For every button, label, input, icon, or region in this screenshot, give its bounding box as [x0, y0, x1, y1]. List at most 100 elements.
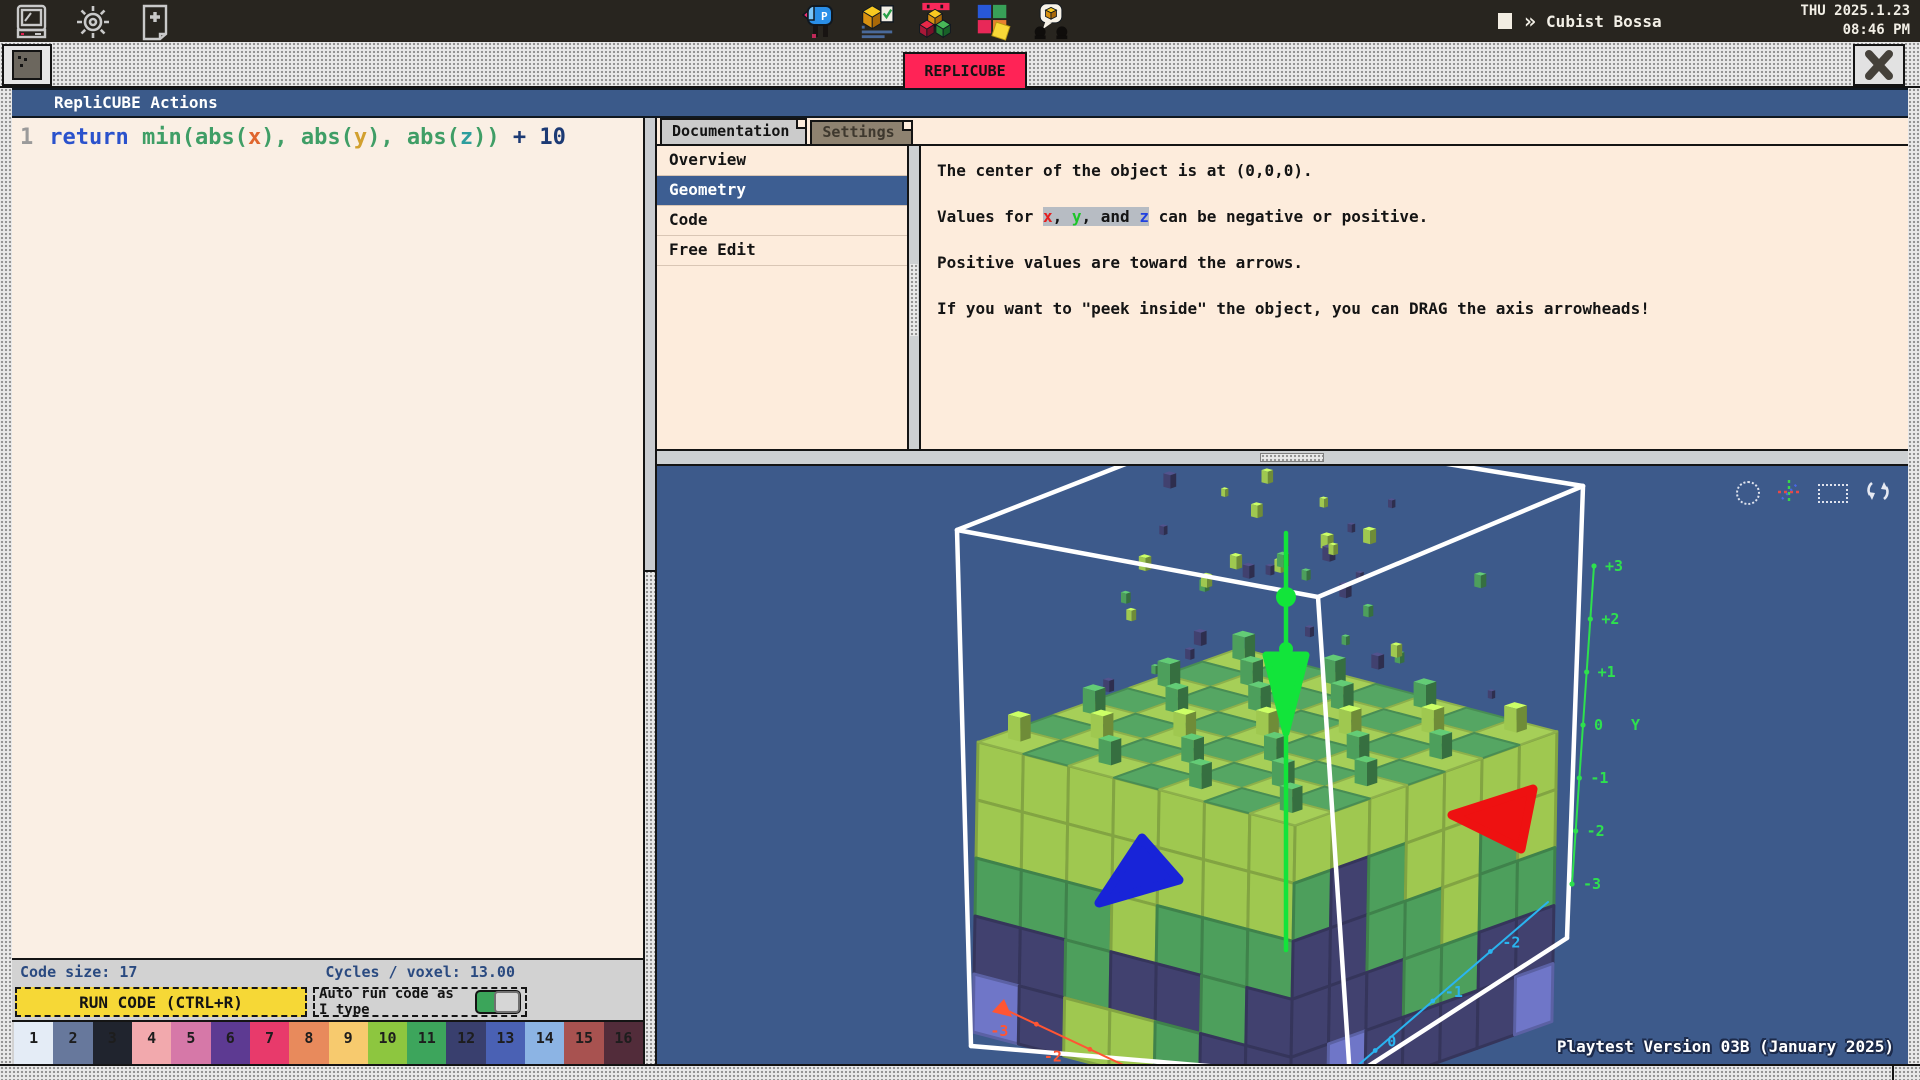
window-close-button[interactable]	[1853, 44, 1905, 86]
code-token: z	[460, 125, 473, 150]
doc-paragraph: Values for x, y, and z can be negative o…	[937, 207, 1892, 226]
palette-swatch-5[interactable]: 5	[171, 1022, 210, 1064]
editor-statusbar: Code size: 17 Cycles / voxel: 13.00	[12, 958, 643, 984]
palette-swatch-10[interactable]: 10	[368, 1022, 407, 1064]
palette-swatch-8[interactable]: 8	[289, 1022, 328, 1064]
divider-grip[interactable]	[910, 264, 918, 336]
svg-text:-3: -3	[1583, 875, 1601, 893]
tab-documentation[interactable]: Documentation	[660, 118, 807, 144]
svg-text:0: 0	[1594, 716, 1603, 734]
svg-text:+1: +1	[1598, 663, 1616, 681]
axes-icon[interactable]	[1776, 478, 1802, 508]
code-token: y	[354, 125, 367, 150]
window-right-border	[1908, 88, 1920, 1064]
doc-paragraph: The center of the object is at (0,0,0).	[937, 161, 1892, 180]
code-size-label: Code size: 17	[20, 963, 137, 981]
close-icon	[1862, 49, 1896, 81]
doc-nav-free-edit[interactable]: Free Edit	[657, 236, 907, 266]
palette-swatch-14[interactable]: 14	[525, 1022, 564, 1064]
code-token: x	[248, 125, 261, 150]
palette-swatch-2[interactable]: 2	[53, 1022, 92, 1064]
gear-icon[interactable]	[74, 3, 112, 41]
doc-paragraph: Positive values are toward the arrows.	[937, 253, 1892, 272]
dotted-rect-icon[interactable]	[1818, 484, 1848, 503]
voxel-scene[interactable]: +3+2+10Y-1-2-3-3-20-1-2	[657, 466, 1908, 1064]
cubes-banner-icon[interactable]	[916, 2, 954, 40]
refresh-icon[interactable]	[1864, 478, 1892, 508]
version-label: Playtest Version 03B (January 2025)	[1557, 1037, 1894, 1056]
viewport-toolbar	[1736, 478, 1892, 508]
new-file-icon[interactable]	[136, 3, 174, 41]
viewport-3d[interactable]: +3+2+10Y-1-2-3-3-20-1-2 Playtest Version…	[657, 466, 1908, 1064]
doc-nav-code[interactable]: Code	[657, 206, 907, 236]
doc-nav-geometry[interactable]: Geometry	[657, 176, 907, 206]
palette-swatch-16[interactable]: 16	[604, 1022, 643, 1064]
svg-text:-2: -2	[1044, 1047, 1062, 1064]
svg-text:-2: -2	[1587, 822, 1605, 840]
tab-settings[interactable]: Settings	[810, 120, 912, 144]
doc-nav-divider[interactable]	[907, 146, 921, 449]
doc-nav: OverviewGeometryCodeFree Edit	[657, 146, 907, 449]
code-token: ))	[473, 125, 513, 150]
palette-swatch-1[interactable]: 1	[14, 1022, 53, 1064]
splitter-grip[interactable]	[1260, 453, 1324, 462]
code-editor[interactable]: 1return min(abs(x), abs(y), abs(z)) + 10	[12, 118, 643, 958]
dotted-circle-icon[interactable]	[1736, 481, 1760, 505]
monitor-icon[interactable]	[12, 3, 50, 41]
doc-content: The center of the object is at (0,0,0). V…	[921, 146, 1908, 449]
autorun-group: Auto run code as I type	[313, 987, 527, 1017]
autorun-toggle[interactable]	[475, 990, 521, 1014]
cube-chat-icon[interactable]	[1032, 2, 1070, 40]
run-code-button[interactable]: RUN CODE (CTRL+R)	[15, 987, 307, 1017]
svg-text:-2: -2	[1502, 934, 1520, 952]
code-line: 1return min(abs(x), abs(y), abs(z)) + 10	[12, 118, 643, 150]
palette-swatch-15[interactable]: 15	[564, 1022, 603, 1064]
svg-text:P: P	[821, 10, 828, 23]
window-title: RepliCUBE Actions	[54, 93, 218, 112]
svg-text:-1: -1	[1590, 769, 1608, 787]
scrollbar-thumb[interactable]	[645, 118, 655, 572]
code-token: ), abs(	[261, 125, 354, 150]
cube-checklist-icon[interactable]	[858, 2, 896, 40]
code-token: + 10	[513, 125, 566, 150]
svg-text:+2: +2	[1601, 610, 1619, 628]
window-bottom-border	[0, 1064, 1920, 1080]
horizontal-splitter[interactable]	[657, 449, 1908, 466]
stop-icon[interactable]	[1498, 13, 1512, 29]
svg-text:-3: -3	[990, 1022, 1008, 1040]
editor-scrollbar[interactable]	[643, 118, 657, 1064]
taskbar: P	[0, 0, 1920, 42]
svg-text:-1: -1	[1445, 983, 1463, 1001]
window-menu-button[interactable]	[2, 44, 52, 86]
doc-tabs: DocumentationSettings	[657, 118, 1908, 146]
doc-paragraph: If you want to "peek inside" the object,…	[937, 299, 1892, 318]
svg-text:0: 0	[1387, 1033, 1396, 1051]
window-tab[interactable]: REPLICUBE	[903, 52, 1027, 88]
mailbox-icon[interactable]: P	[800, 2, 838, 40]
line-number: 1	[20, 125, 33, 150]
palette-swatch-12[interactable]: 12	[446, 1022, 485, 1064]
window-left-border	[0, 88, 12, 1064]
window-resize-corner[interactable]	[1892, 1064, 1920, 1080]
clock: THU 2025.1.2308:46 PM	[1800, 2, 1910, 40]
doc-nav-overview[interactable]: Overview	[657, 146, 907, 176]
window-titlebar[interactable]: RepliCUBE Actions	[12, 88, 1908, 118]
palette-swatch-4[interactable]: 4	[132, 1022, 171, 1064]
now-playing-label: Cubist Bossa	[1546, 12, 1662, 31]
next-track-icon[interactable]: »	[1524, 9, 1534, 33]
run-row: RUN CODE (CTRL+R) Auto run code as I typ…	[12, 984, 643, 1020]
palette-swatch-9[interactable]: 9	[329, 1022, 368, 1064]
cycles-per-voxel-label: Cycles / voxel: 13.00	[325, 963, 515, 981]
color-palette: 12345678910111213141516	[12, 1020, 643, 1064]
code-token: return	[49, 125, 142, 150]
autorun-label: Auto run code as I type	[319, 986, 469, 1018]
code-token: ), abs(	[367, 125, 460, 150]
palette-swatch-13[interactable]: 13	[486, 1022, 525, 1064]
palette-swatch-7[interactable]: 7	[250, 1022, 289, 1064]
svg-text:Y: Y	[1631, 716, 1640, 734]
color-grid-icon[interactable]	[974, 2, 1012, 40]
palette-swatch-3[interactable]: 3	[93, 1022, 132, 1064]
palette-swatch-6[interactable]: 6	[211, 1022, 250, 1064]
toggle-knob	[494, 991, 520, 1013]
palette-swatch-11[interactable]: 11	[407, 1022, 446, 1064]
